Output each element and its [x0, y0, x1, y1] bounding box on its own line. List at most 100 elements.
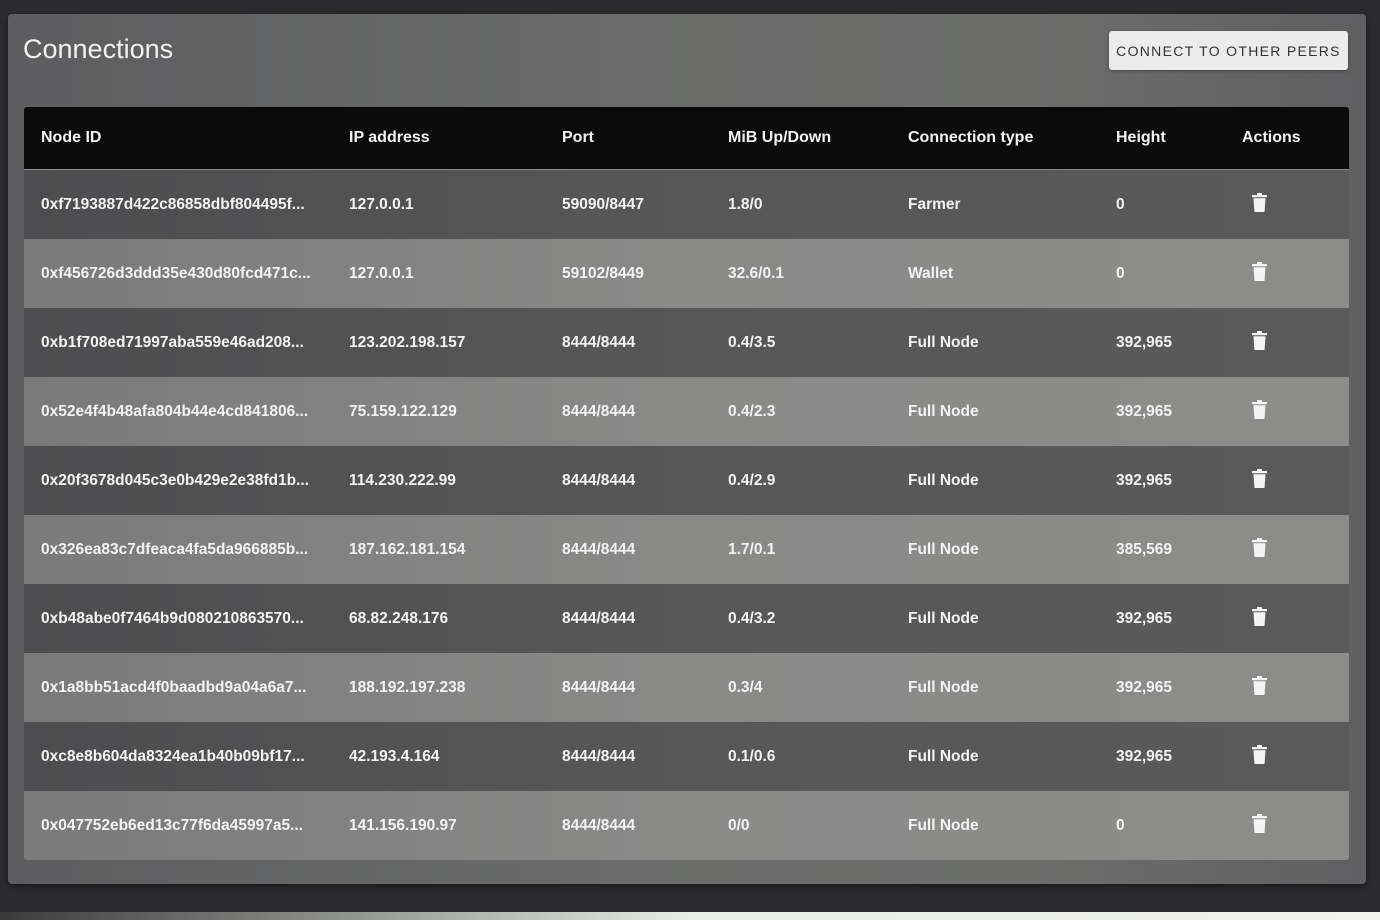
node-id-cell: 0x20f3678d045c3e0b429e2e38fd1b... [41, 471, 310, 489]
trash-icon[interactable] [1252, 262, 1267, 281]
trash-icon[interactable] [1252, 469, 1267, 488]
height-cell: 385,569 [1116, 540, 1173, 558]
mib-up-down-cell: 0.3/4 [728, 678, 763, 696]
height-cell: 0 [1116, 264, 1125, 282]
header-height: Height [1116, 129, 1166, 146]
ip-address-cell: 68.82.248.176 [349, 609, 449, 627]
port-cell: 8444/8444 [562, 747, 636, 765]
connection-type-cell: Full Node [908, 333, 979, 351]
connection-type-cell: Full Node [908, 471, 979, 489]
trash-icon[interactable] [1252, 400, 1267, 419]
table-row: 0x20f3678d045c3e0b429e2e38fd1b... 114.23… [24, 446, 1349, 515]
node-id-cell: 0xb1f708ed71997aba559e46ad208... [41, 333, 304, 351]
ip-address-cell: 114.230.222.99 [349, 471, 456, 489]
header-connection-type: Connection type [908, 129, 1034, 146]
mib-up-down-cell: 0.1/0.6 [728, 747, 776, 765]
trash-icon[interactable] [1252, 676, 1267, 695]
trash-icon[interactable] [1252, 814, 1267, 833]
table-row: 0xb48abe0f7464b9d080210863570... 68.82.2… [24, 584, 1349, 653]
actions-cell [1225, 331, 1349, 354]
port-cell: 8444/8444 [562, 333, 636, 351]
node-id-cell: 0x326ea83c7dfeaca4fa5da966885b... [41, 540, 309, 558]
height-cell: 392,965 [1116, 471, 1173, 489]
connection-type-cell: Full Node [908, 816, 979, 834]
port-cell: 59102/8449 [562, 264, 644, 282]
port-cell: 8444/8444 [562, 816, 636, 834]
node-id-cell: 0xc8e8b604da8324ea1b40b09bf17... [41, 747, 305, 765]
trash-icon[interactable] [1252, 193, 1267, 212]
node-id-cell: 0xf7193887d422c86858dbf804495f... [41, 195, 305, 213]
connection-type-cell: Wallet [908, 264, 954, 282]
trash-icon[interactable] [1252, 538, 1267, 557]
table-row: 0xf7193887d422c86858dbf804495f... 127.0.… [24, 170, 1349, 239]
height-cell: 392,965 [1116, 678, 1173, 696]
actions-cell [1225, 814, 1349, 837]
node-id-cell: 0x1a8bb51acd4f0baadbd9a04a6a7... [41, 678, 307, 696]
node-id-cell: 0xf456726d3ddd35e430d80fcd471c... [41, 264, 311, 282]
actions-cell [1225, 469, 1349, 492]
table-row: 0x047752eb6ed13c77f6da45997a5... 141.156… [24, 791, 1349, 860]
table-row: 0xc8e8b604da8324ea1b40b09bf17... 42.193.… [24, 722, 1349, 791]
trash-icon[interactable] [1252, 607, 1267, 626]
actions-cell [1225, 262, 1349, 285]
port-cell: 8444/8444 [562, 471, 636, 489]
header-mib-up-down: MiB Up/Down [728, 129, 832, 146]
height-cell: 0 [1116, 816, 1125, 834]
height-cell: 0 [1116, 195, 1125, 213]
header-ip-address: IP address [349, 129, 430, 146]
connection-type-cell: Full Node [908, 609, 979, 627]
table-row: 0x1a8bb51acd4f0baadbd9a04a6a7... 188.192… [24, 653, 1349, 722]
ip-address-cell: 187.162.181.154 [349, 540, 466, 558]
node-id-cell: 0x047752eb6ed13c77f6da45997a5... [41, 816, 303, 834]
connection-type-cell: Full Node [908, 678, 979, 696]
table-row: 0xb1f708ed71997aba559e46ad208... 123.202… [24, 308, 1349, 377]
header-actions: Actions [1242, 129, 1301, 146]
ip-address-cell: 141.156.190.97 [349, 816, 457, 834]
table-body: 0xf7193887d422c86858dbf804495f... 127.0.… [24, 170, 1349, 860]
table-row: 0x326ea83c7dfeaca4fa5da966885b... 187.16… [24, 515, 1349, 584]
ip-address-cell: 127.0.0.1 [349, 264, 414, 282]
height-cell: 392,965 [1116, 333, 1173, 351]
node-id-cell: 0x52e4f4b48afa804b44e4cd841806... [41, 402, 309, 420]
header-port: Port [562, 129, 594, 146]
connection-type-cell: Full Node [908, 540, 979, 558]
actions-cell [1225, 607, 1349, 630]
connections-table: Node ID IP address Port MiB Up/Down Conn… [24, 107, 1349, 860]
table-header: Node ID IP address Port MiB Up/Down Conn… [24, 107, 1349, 170]
connection-type-cell: Full Node [908, 402, 979, 420]
actions-cell [1225, 538, 1349, 561]
mib-up-down-cell: 32.6/0.1 [728, 264, 785, 282]
mib-up-down-cell: 0/0 [728, 816, 750, 834]
port-cell: 8444/8444 [562, 540, 636, 558]
connect-to-other-peers-button[interactable]: CONNECT TO OTHER PEERS [1109, 31, 1348, 70]
node-id-cell: 0xb48abe0f7464b9d080210863570... [41, 609, 304, 627]
desk-background [0, 912, 1380, 920]
mib-up-down-cell: 0.4/3.5 [728, 333, 776, 351]
mib-up-down-cell: 0.4/2.9 [728, 471, 776, 489]
mib-up-down-cell: 1.7/0.1 [728, 540, 776, 558]
trash-icon[interactable] [1252, 331, 1267, 350]
port-cell: 8444/8444 [562, 609, 636, 627]
trash-icon[interactable] [1252, 745, 1267, 764]
height-cell: 392,965 [1116, 747, 1173, 765]
port-cell: 8444/8444 [562, 402, 636, 420]
connection-type-cell: Farmer [908, 195, 961, 213]
header-node-id: Node ID [41, 129, 102, 146]
port-cell: 59090/8447 [562, 195, 644, 213]
actions-cell [1225, 676, 1349, 699]
actions-cell [1225, 745, 1349, 768]
mib-up-down-cell: 1.8/0 [728, 195, 763, 213]
actions-cell [1225, 400, 1349, 423]
connection-type-cell: Full Node [908, 747, 979, 765]
table-row: 0xf456726d3ddd35e430d80fcd471c... 127.0.… [24, 239, 1349, 308]
ip-address-cell: 42.193.4.164 [349, 747, 440, 765]
mib-up-down-cell: 0.4/2.3 [728, 402, 776, 420]
ip-address-cell: 127.0.0.1 [349, 195, 414, 213]
table-row: 0x52e4f4b48afa804b44e4cd841806... 75.159… [24, 377, 1349, 446]
mib-up-down-cell: 0.4/3.2 [728, 609, 776, 627]
ip-address-cell: 75.159.122.129 [349, 402, 457, 420]
page-title: Connections [23, 34, 174, 64]
actions-cell [1225, 193, 1349, 216]
ip-address-cell: 123.202.198.157 [349, 333, 466, 351]
height-cell: 392,965 [1116, 609, 1173, 627]
